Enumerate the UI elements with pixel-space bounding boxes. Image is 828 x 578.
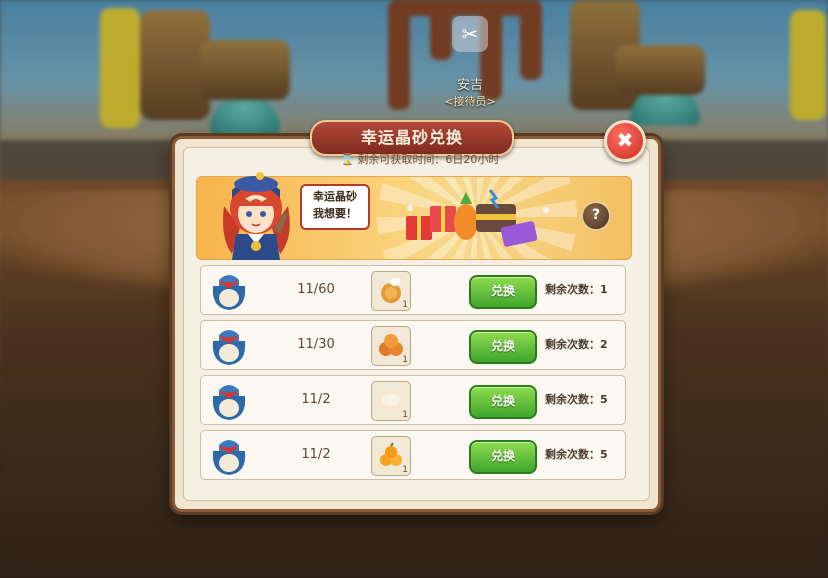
exchange-button[interactable]: 兑换	[469, 440, 537, 474]
timer-value: 6日20小时	[445, 153, 500, 166]
hourglass-icon: ⌛	[340, 153, 355, 166]
speech-bubble: 幸运晶砂 我想要！	[300, 184, 370, 230]
exchange-row: 11/2 1 兑换 剩余次数：5	[200, 375, 626, 425]
bubble-line1: 幸运晶砂	[313, 190, 357, 203]
reward-item-slot[interactable]: 1	[371, 436, 411, 476]
item-count: 1	[402, 300, 408, 310]
reward-item-slot[interactable]: 1	[371, 271, 411, 311]
exchange-button[interactable]: 兑换	[469, 330, 537, 364]
remaining-label: 剩余次数：	[545, 283, 600, 296]
progress-count: 11/60	[297, 282, 335, 297]
remaining-label: 剩余次数：	[545, 338, 600, 351]
remaining-value: 2	[600, 338, 608, 351]
remaining-value: 5	[600, 448, 608, 461]
lucky-sand-bag-icon	[212, 275, 246, 310]
exchange-row: 11/60 1 兑换 剩余次数：1	[200, 265, 626, 315]
close-button[interactable]: ✖	[604, 120, 646, 162]
npc-label[interactable]: ✂ 安吉 <接待员>	[410, 16, 530, 109]
progress-count: 11/30	[297, 337, 335, 352]
remaining-times: 剩余次数：1	[545, 266, 625, 314]
lucky-sand-bag-icon	[212, 385, 246, 420]
bubble-line2: 我想要！	[313, 207, 357, 220]
exchange-row: 11/2 1 兑换 剩余次数：5	[200, 430, 626, 480]
remaining-times: 剩余次数：2	[545, 321, 625, 369]
exchange-button[interactable]: 兑换	[469, 385, 537, 419]
lucky-sand-bag-icon	[212, 440, 246, 475]
npc-role: <接待员>	[444, 95, 496, 108]
exchange-list[interactable]: 11/60 1 兑换 剩余次数：1 11/30 1 兑换 剩余次数：2 11/2…	[196, 261, 630, 493]
item-count: 1	[402, 355, 408, 365]
exchange-row: 11/30 1 兑换 剩余次数：2	[200, 320, 626, 370]
remaining-times: 剩余次数：5	[545, 376, 625, 424]
npc-name: 安吉	[456, 78, 483, 93]
reward-item-slot[interactable]: 1	[371, 326, 411, 366]
progress-count: 11/2	[301, 447, 331, 462]
remaining-value: 1	[600, 283, 608, 296]
item-count: 1	[402, 465, 408, 475]
reward-gifts-icon	[406, 189, 549, 247]
npc-quest-icon[interactable]: ✂	[452, 16, 488, 52]
item-count: 1	[402, 410, 408, 420]
timer-label: 剩余可获取时间：	[357, 153, 446, 166]
remaining-label: 剩余次数：	[545, 448, 600, 461]
remaining-times: 剩余次数：5	[545, 431, 625, 479]
remaining-label: 剩余次数：	[545, 393, 600, 406]
remaining-value: 5	[600, 393, 608, 406]
lucky-sand-bag-icon	[212, 330, 246, 365]
time-remaining: ⌛ 剩余可获取时间：6日20小时	[320, 150, 520, 170]
mascot-girl-icon	[223, 172, 290, 260]
progress-count: 11/2	[301, 392, 331, 407]
exchange-button[interactable]: 兑换	[469, 275, 537, 309]
reward-item-slot[interactable]: 1	[371, 381, 411, 421]
help-button[interactable]: ?	[581, 201, 611, 231]
